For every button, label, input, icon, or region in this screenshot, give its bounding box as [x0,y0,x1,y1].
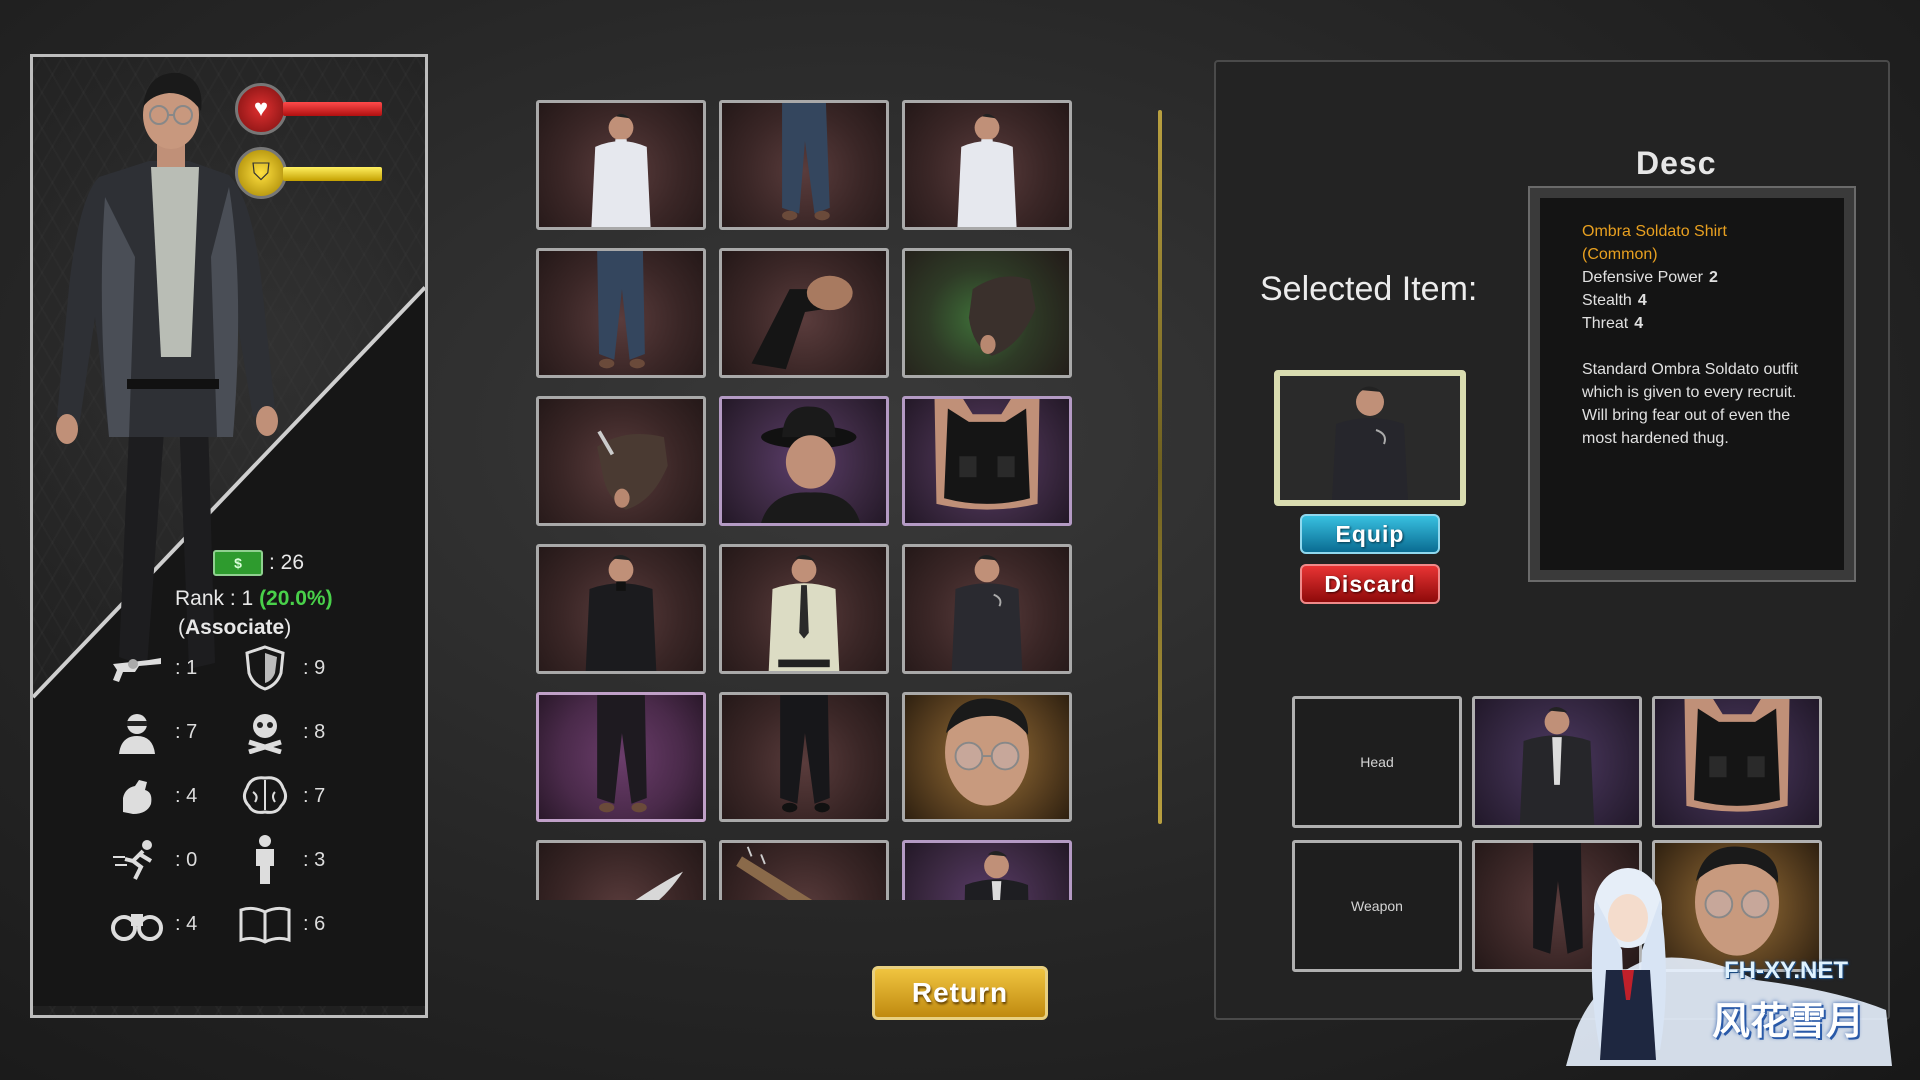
inventory-slot-cream-shirt-tie[interactable] [719,544,889,674]
money-display: $ : 26 [213,550,304,576]
item-description: Standard Ombra Soldato outfit which is g… [1582,361,1799,447]
ombra-soldato-shirt-icon [1280,376,1460,500]
inventory-slot-tactical-vest[interactable] [902,396,1072,526]
item-stat-threat: Threat 4 [1582,315,1644,332]
stat-strength: : 4 [109,771,197,821]
tactical-vest-icon [1684,699,1790,812]
selected-item-label: Selected Item: [1260,270,1478,308]
white-turtleneck-icon [957,113,1017,227]
item-stat-defensive-power: Defensive Power 2 [1582,269,1718,286]
watermark-text: 风花雪月 [1712,1001,1865,1043]
inventory-slot-white-turtleneck-2[interactable] [902,100,1072,230]
inventory-slot-spiked-bat[interactable] [719,840,889,900]
inventory-slot-blue-jeans[interactable] [719,100,889,230]
inventory-scrollbar[interactable] [1158,110,1162,824]
dollar-bill-icon: $ [213,550,263,576]
black-trousers-icon [780,695,830,813]
shield-badge-icon: ⛉ [235,147,287,199]
rank-progress: (20.0%) [259,587,333,610]
stat-charisma: : 3 [237,835,325,885]
jacket-icon [964,851,1029,900]
item-name: Ombra Soldato Shirt [1582,223,1727,240]
thug-masked-icon [109,707,165,757]
tactical-vest-icon [934,399,1040,510]
standing-man-icon [237,835,293,885]
knuckle-glove-icon [597,430,668,510]
inventory-slot-black-trousers-2[interactable] [719,692,889,822]
inventory-slot-knuckle-glove[interactable] [536,396,706,526]
inventory-grid [536,98,1084,900]
stat-firearms: : 1 [109,643,197,693]
money-value: : 26 [269,551,305,574]
black-suit-icon [585,555,657,671]
inventory-slot-pistol[interactable] [719,248,889,378]
revolver-icon [109,643,165,693]
inventory-slot-blue-jeans-2[interactable] [536,248,706,378]
stat-knowledge: : 6 [237,899,325,949]
stat-speed: : 0 [109,835,197,885]
glasses-face-icon [945,698,1029,806]
health-bar [283,102,382,116]
description-box: Ombra Soldato Shirt (Common) Defensive P… [1528,186,1856,582]
desc-title: Desc [1636,145,1717,181]
black-trousers-icon [597,695,647,813]
rank-title-text: Associate [185,616,285,639]
inventory-slot-glasses-face[interactable] [902,692,1072,822]
watermark-url: FH-XY.NET [1724,957,1849,984]
flexed-arm-icon [109,771,165,821]
inventory-slot-black-trousers[interactable] [536,692,706,822]
return-button[interactable]: Return [872,966,1048,1020]
equip-button[interactable]: Equip [1300,514,1440,554]
stat-intelligence: : 7 [237,771,325,821]
equip-slot-weapon[interactable]: Weapon [1292,840,1462,972]
spiked-bat-icon [736,846,813,900]
inventory-slot-white-turtleneck[interactable] [536,100,706,230]
armor-bar [283,167,382,181]
inventory-slot-jacket[interactable] [902,840,1072,900]
brain-icon [237,771,293,821]
leather-jacket-icon [1519,707,1595,825]
inventory-slot-ombra-soldato-shirt[interactable] [902,544,1072,674]
white-turtleneck-icon [591,113,651,227]
rank-display: Rank : 1 (20.0%) [175,587,333,611]
rank-title: (Associate) [178,616,292,639]
item-rarity: (Common) [1582,246,1658,263]
inventory-slot-black-fedora[interactable] [719,396,889,526]
running-man-icon [109,835,165,885]
cream-shirt-tie-icon [768,555,840,671]
equip-slot-head-label: Head [1360,754,1394,770]
rank-label: Rank : 1 [175,587,254,610]
equip-slot-vest[interactable] [1652,696,1822,828]
ombra-soldato-shirt-icon [951,555,1023,671]
heart-pulse-icon: ♥ [235,83,287,135]
equip-slot-jacket[interactable] [1472,696,1642,828]
leather-glove-icon [968,276,1036,356]
stat-defense: : 9 [237,643,325,693]
blue-jeans-icon [782,103,830,221]
selected-item-thumbnail [1274,370,1466,506]
shield-icon [237,643,293,693]
discard-button[interactable]: Discard [1300,564,1440,604]
pistol-icon [751,275,853,370]
character-panel: ♥ ⛉ $ : 26 Rank : 1 (20.0%) (Associate) … [30,54,428,1018]
stat-perception: : 4 [109,899,197,949]
black-fedora-icon [761,406,861,523]
skull-crossbones-icon [237,707,293,757]
inventory-slot-black-suit[interactable] [536,544,706,674]
open-book-icon [237,899,293,949]
knife-icon [635,871,683,900]
stat-lethality: : 8 [237,707,325,757]
blue-jeans-icon [597,251,645,369]
binoculars-icon [109,899,165,949]
inventory-slot-knife[interactable] [536,840,706,900]
inventory-slot-leather-glove[interactable] [902,248,1072,378]
stat-intimidation: : 7 [109,707,197,757]
equip-slot-weapon-label: Weapon [1351,898,1403,914]
equip-slot-head[interactable]: Head [1292,696,1462,828]
item-stat-stealth: Stealth 4 [1582,292,1647,309]
